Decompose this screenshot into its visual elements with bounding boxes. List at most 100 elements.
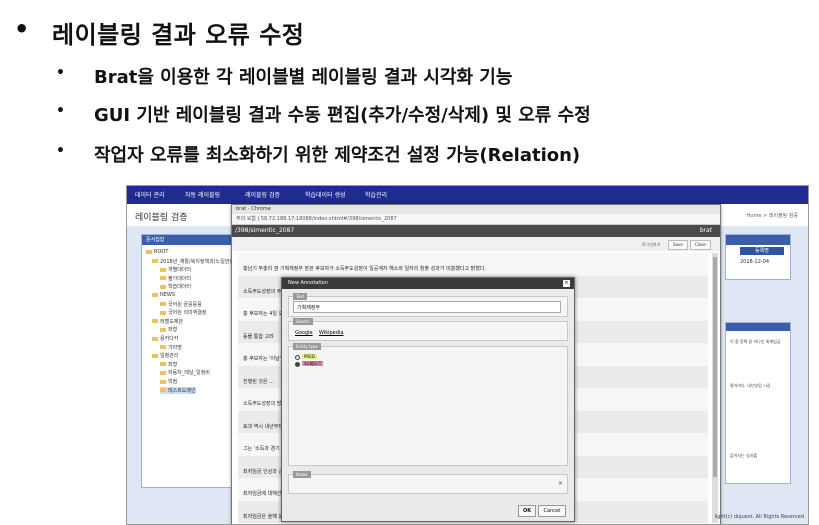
folder-icon [160,267,166,272]
tree-item[interactable]: NEWS [152,292,175,298]
tree-item-label: 좌형 [168,327,178,334]
register-panel-header [726,235,790,245]
tree-item[interactable]: 불가데이터 [160,275,191,282]
wikipedia-search-link[interactable]: Wikipedia [319,330,343,336]
cancel-button[interactable]: Cancel [538,505,566,517]
folder-icon [152,292,158,297]
breadcrumb: Home > 레이블링 검증 [746,213,798,219]
tree-item-label: 국어원 곰뭉뭉뭉 [168,301,202,308]
result-panel: 이 중 정책 중 하나인 회계임금 물어라다. 내년부탕 시장 값어서는 성과를 [725,322,791,484]
nav-item-verify[interactable]: 레이블링 검증 [245,190,280,199]
register-panel: 등록명 2018-12-04 [725,234,791,280]
tree-item[interactable]: 테스트도메인 [160,386,196,394]
tree-item[interactable]: 좌형 [160,326,177,333]
nav-item-auto-label[interactable]: 자동 레이블링 [185,190,220,199]
radio-icon[interactable] [295,354,300,360]
bullet-marker: • [56,103,65,119]
close-button[interactable]: Close [690,240,711,250]
document-scrollbar[interactable] [712,253,718,523]
tree-item[interactable]: 국어원 의미역결정 [160,309,206,316]
tree-item-label: NEWS [160,292,176,298]
bullet-marker: • [56,65,65,81]
tree-item[interactable]: ROOT [146,249,168,255]
radio-selected-icon[interactable] [295,361,300,367]
sentence-text: 홍남기 부총리 겸 기획재정부 장관 후보자가 소득주도성장이 일공계자 해소와… [243,266,487,272]
tree-item[interactable]: 국어원 곰뭉뭉뭉 [160,301,202,308]
dialog-close-icon[interactable]: × [563,280,570,287]
scrollbar-thumb[interactable] [713,257,717,477]
result-panel-header [726,323,790,331]
folder-icon [152,336,158,341]
tree-item[interactable]: 자동차_레날_일정비 [160,369,210,376]
tree-item[interactable]: 가라명 [160,344,182,351]
footer-copyright: light(c) diquest. All Rights Reserved [714,514,804,520]
nav-item-data[interactable]: 데이터 관리 [135,190,165,199]
tree-item-label: 국어원 의미역결정 [168,310,207,317]
tree-item-label: 용카다카 [160,336,179,342]
document-path: /398/simentic_2087 [235,227,295,234]
dialog-title: New Annotation [288,280,328,286]
google-search-link[interactable]: Google [295,330,313,336]
folder-icon [152,319,158,324]
tree-item[interactable]: 학컴 [160,378,177,385]
tree-item[interactable]: 좌형 [160,361,177,368]
folder-icon [160,327,166,332]
folder-icon [152,353,158,358]
result-text: 값어서는 성과를 [730,453,758,458]
tree-item-label: ROOT [154,249,169,255]
tree-item[interactable]: 개별데이터 [160,266,191,273]
brat-header: /398/simentic_2087 brat [232,225,720,237]
tree-item[interactable]: 2018년_재활/복지정책과(노일반) [152,258,231,265]
folder-icon [146,249,152,254]
sentence-row[interactable]: 홍남기 부총리 겸 기획재정부 장관 후보자가 소득주도성장이 일공계자 해소와… [238,253,708,275]
entity-type-fieldset: Entity type PRED SUBJECT [288,343,568,466]
folder-icon [160,362,166,367]
register-button[interactable]: 등록명 [740,247,784,255]
tree-item[interactable]: 레벨도제관 [152,318,183,325]
folder-icon [152,259,158,264]
subject-tag: SUBJECT [302,361,324,366]
tree-item-label: 개별데이터 [168,267,192,274]
text-legend: Text [293,293,308,300]
brat-logo: brat [699,227,712,234]
tree-item-label: 자동차_레날_일정비 [168,370,210,377]
folder-icon [160,370,166,375]
ok-button[interactable]: OK [518,505,536,517]
address-bar[interactable]: 주의 요함 | 58.72.188.17:18088/index.xhtml#/… [232,214,720,225]
notes-fieldset: Notes × [288,471,568,494]
tree-item[interactable]: 학습데이터 [160,283,191,290]
entity-option-subject[interactable]: SUBJECT [295,361,324,367]
url-text: 주의 요함 | 58.72.188.17:18088/index.xhtml#/… [236,216,397,222]
tree-item[interactable]: 용카다카 [152,335,178,342]
bullet-marker: • [56,143,65,159]
title-bullet: • [14,15,30,43]
dialog-title-bar: New Annotation × [282,278,574,289]
span-text-field[interactable]: 기획재정부 [293,301,561,313]
tree-item-label: 학습데이터 [168,284,192,291]
tree-item-label: 불가데이터 [168,275,192,282]
new-annotation-dialog: New Annotation × Text 기획재정부 Search Googl… [281,277,575,522]
title-text: 레이블링 결과 오류 수정 [52,21,305,49]
nav-item-train-data[interactable]: 학습데이터 생성 [305,190,346,199]
tree-item-label: 테스트도메인 [168,387,196,394]
tree-item-label: 2018년_재활/복지정책과(노일반) [160,258,232,265]
tree-item[interactable]: 일정관리 [152,352,178,359]
tree-item-label: 일정관리 [160,353,179,360]
folder-icon [160,276,166,281]
folder-icon [160,302,166,307]
folder-icon [160,310,166,315]
tree-item-label: 좌형 [168,361,178,368]
top-nav: 데이터 관리 자동 레이블링 레이블링 검증 학습데이터 생성 학습관리 [127,186,808,204]
search-legend: Search [293,318,313,325]
entity-option-pred[interactable]: PRED [295,354,317,360]
folder-icon [160,284,166,289]
notes-clear-icon[interactable]: × [558,480,563,487]
result-text: 물어라다. 내년부탕 시장 [730,383,771,388]
page-title: 레이블링 검증 [135,213,188,223]
login-link[interactable]: 로그인하기 [642,242,660,248]
notes-legend: Notes [293,471,311,478]
tree-item-label: 학컴 [168,379,178,385]
save-button[interactable]: Save [668,240,688,250]
nav-item-train[interactable]: 학습관리 [365,190,387,199]
browser-title-bar: brat - Chrome [232,205,720,214]
